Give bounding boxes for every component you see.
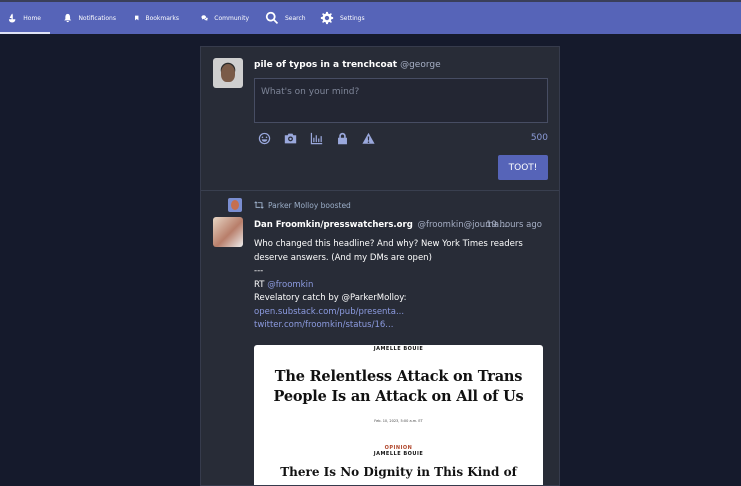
article-link[interactable]: open.substack.com/pub/presenta...	[254, 306, 544, 320]
compose-textarea[interactable]	[254, 78, 548, 123]
content-line: deserve answers. (And my DMs are open)	[254, 252, 432, 263]
nav-community[interactable]: Community	[188, 2, 258, 34]
lock-icon	[337, 132, 347, 144]
poll-button[interactable]	[309, 131, 323, 145]
content-line: Revelatory catch by @ParkerMolloy:	[254, 293, 407, 303]
comments-icon	[201, 15, 208, 21]
media-date: Feb. 10, 2023, 5:00 a.m. ET	[374, 419, 423, 423]
boost-prepend[interactable]: Parker Molloy boosted	[254, 200, 351, 210]
content-line-rt: RT @froomkin	[254, 279, 544, 293]
media-author: JAMELLE BOUIE	[373, 346, 424, 352]
mention-link[interactable]: @froomkin	[267, 280, 313, 290]
nav-notifications-label: Notifications	[78, 14, 116, 22]
status-timestamp[interactable]: 19 hours ago	[486, 220, 542, 230]
booster-avatar[interactable]	[228, 198, 242, 212]
nav-notifications[interactable]: Notifications	[50, 2, 125, 34]
camera-icon	[284, 133, 296, 143]
poll-icon	[310, 132, 322, 144]
compose-account[interactable]: pile of typos in a trenchcoat @george	[254, 60, 441, 70]
emoji-button[interactable]	[257, 131, 271, 145]
gear-icon	[320, 11, 334, 25]
character-counter: 500	[530, 133, 548, 143]
compose-handle: @george	[400, 60, 441, 70]
nav-bookmarks[interactable]: Bookmarks	[125, 2, 188, 34]
bell-icon	[64, 13, 72, 23]
tweet-link[interactable]: twitter.com/froomkin/status/16...	[254, 319, 544, 333]
nav-search-label: Search	[285, 14, 306, 22]
nav-settings[interactable]: Settings	[315, 2, 374, 34]
home-icon	[8, 13, 16, 23]
media-author-2: JAMELLE BOUIE	[373, 451, 424, 457]
rt-prefix: RT	[254, 279, 265, 290]
content-line: ---	[254, 266, 264, 276]
status-content: Who changed this headline? And why? New …	[254, 238, 544, 333]
top-navigation: Home Notifications Bookmarks Community S…	[0, 0, 741, 34]
media-headline-line: People Is an Attack on All of Us	[273, 388, 524, 405]
media-headline: The Relentless Attack on Trans People Is…	[254, 367, 543, 407]
boosted-by-text: Parker Molloy boosted	[268, 200, 351, 210]
status-display-name[interactable]: Dan Froomkin/presswatchers.org	[254, 220, 413, 230]
media-headline-partial: There Is No Dignity in This Kind of	[280, 465, 517, 479]
avatar[interactable]	[213, 58, 243, 88]
compose-toolbar	[257, 131, 387, 145]
content-line: Who changed this headline? And why? New …	[254, 239, 523, 249]
compose-form: pile of typos in a trenchcoat@george 500…	[201, 47, 559, 191]
privacy-button[interactable]	[335, 131, 349, 145]
emoji-icon	[258, 132, 270, 144]
bookmark-icon	[135, 15, 139, 21]
avatar[interactable]	[213, 217, 243, 247]
nav-search[interactable]: Search	[258, 2, 315, 34]
nav-community-label: Community	[214, 14, 249, 22]
toot-button[interactable]: TOOT!	[498, 155, 548, 180]
timeline-column: pile of typos in a trenchcoat@george 500…	[200, 46, 560, 486]
media-attachment[interactable]: JAMELLE BOUIE The Relentless Attack on T…	[254, 345, 543, 485]
media-button[interactable]	[283, 131, 297, 145]
warning-icon	[361, 132, 375, 144]
nav-settings-label: Settings	[340, 14, 365, 22]
search-icon	[265, 11, 279, 25]
compose-display-name: pile of typos in a trenchcoat	[254, 60, 398, 70]
nav-bookmarks-label: Bookmarks	[145, 14, 179, 22]
status-item[interactable]: Parker Molloy boosted Dan Froomkin/press…	[201, 192, 559, 485]
media-headline-line: The Relentless Attack on Trans	[274, 368, 523, 385]
nav-home-label: Home	[23, 14, 41, 22]
nav-home[interactable]: Home	[0, 2, 50, 34]
retweet-icon	[254, 201, 264, 209]
status-header: Dan Froomkin/presswatchers.org @froomkin…	[254, 220, 554, 230]
content-warning-button[interactable]	[361, 131, 375, 145]
